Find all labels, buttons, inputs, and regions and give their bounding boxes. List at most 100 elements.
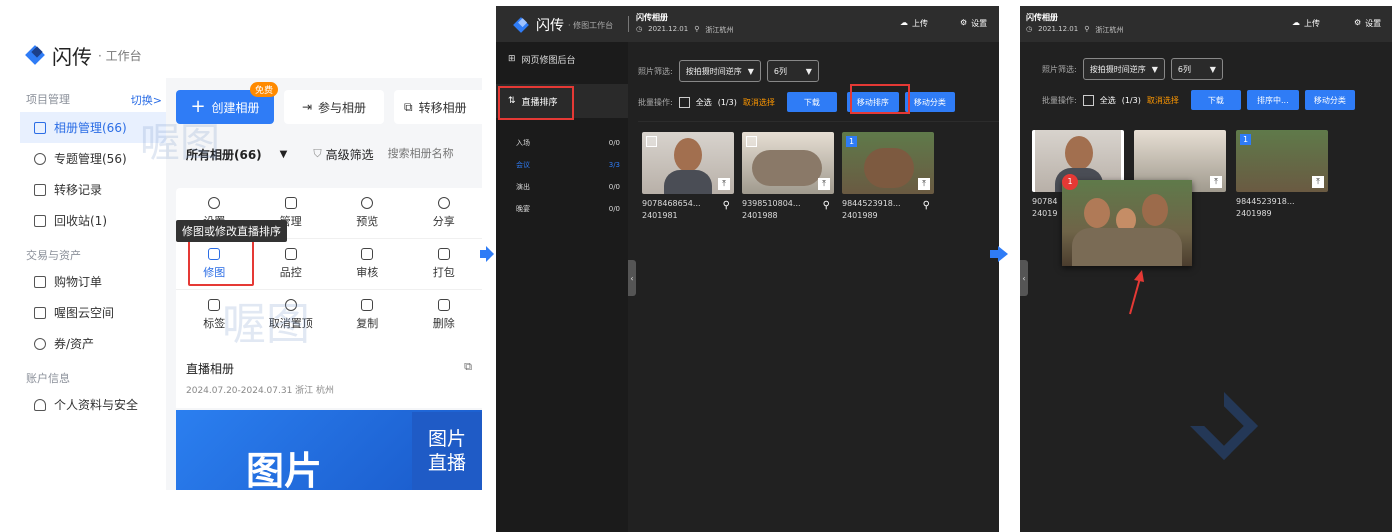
cancel-select-link[interactable]: 取消选择: [1147, 95, 1179, 106]
sidebar-item-cloud-space[interactable]: 喔图云空间: [20, 297, 166, 328]
pin-top-icon[interactable]: ⤒: [1312, 176, 1324, 188]
sidebar-item-coupons[interactable]: 券/资产: [20, 328, 166, 359]
album-title: 直播相册: [186, 362, 235, 376]
action-pack[interactable]: 打包: [406, 239, 483, 289]
upload-button[interactable]: ☁ 上传: [900, 18, 928, 29]
review-icon: [361, 248, 374, 260]
columns-select[interactable]: 6列 ▼: [1170, 58, 1223, 80]
action-quality-control[interactable]: 品控: [253, 239, 330, 289]
pin-top-icon[interactable]: ⤒: [718, 178, 730, 190]
photo-card[interactable]: ⤒: [642, 132, 734, 194]
photo-card[interactable]: ⤒: [742, 132, 834, 194]
pin-top-icon[interactable]: ⤒: [818, 178, 830, 190]
action-preview[interactable]: 预览: [329, 188, 406, 238]
selected-count: (1/3): [1121, 95, 1141, 105]
photo-code: 2401989: [1236, 209, 1272, 218]
photo-checkbox[interactable]: [746, 136, 757, 147]
sidebar-item-transfer-records[interactable]: 转移记录: [20, 174, 166, 205]
transfer-icon: [34, 183, 46, 196]
switch-link[interactable]: 切换>: [131, 90, 162, 112]
watermark-logo-icon: [1190, 392, 1258, 460]
photo-name: 9844523918...: [1236, 197, 1295, 206]
copy-icon[interactable]: ⧉: [464, 360, 472, 374]
chevron-down-icon[interactable]: ▼: [280, 149, 288, 160]
banner-side-line1: 图片: [427, 428, 466, 450]
columns-select-value: 6列: [773, 66, 787, 76]
action-review[interactable]: 审核: [329, 239, 406, 289]
upload-label: 上传: [1304, 19, 1320, 28]
dragged-photo[interactable]: 1: [1062, 174, 1192, 266]
toolbar: 照片筛选: 按拍摄时间逆序 ▼ 6列 ▼ 批量操作: 全选 (1/3) 取消选择 下…: [638, 52, 999, 122]
sidebar-item-profile[interactable]: 个人资料与安全: [20, 389, 166, 420]
action-delete[interactable]: 删除: [406, 290, 483, 340]
sorting-button[interactable]: 排序中...: [1246, 90, 1299, 110]
tag-icon: [208, 299, 221, 311]
category-item-active[interactable]: 会议 3/3: [496, 154, 628, 176]
action-label: 审核: [356, 266, 379, 279]
download-button[interactable]: 下载: [1190, 90, 1241, 110]
eye-icon: [361, 197, 374, 209]
order-icon: [34, 275, 46, 288]
move-category-button[interactable]: 移动分类: [1304, 90, 1355, 110]
columns-select[interactable]: 6列 ▼: [766, 60, 819, 82]
cloud-space-icon: [34, 306, 46, 319]
drag-count-badge: 1: [1062, 174, 1078, 190]
photo-caption: 9398510804... 2401988 ⚲: [742, 198, 834, 222]
filter-icon: ⛉: [313, 147, 322, 160]
photo-card[interactable]: 1 ⤒: [842, 132, 934, 194]
photo-caption: 9844523918... 2401989 ⚲: [842, 198, 934, 222]
photo-checkbox[interactable]: [646, 136, 657, 147]
pin-top-icon[interactable]: ⤒: [918, 178, 930, 190]
zoom-icon[interactable]: ⚲: [723, 200, 730, 211]
selected-badge[interactable]: 1: [846, 136, 857, 147]
search-album-input[interactable]: [387, 142, 468, 166]
menu-backend[interactable]: ⊞ 网页修图后台: [496, 42, 628, 76]
left-menu: ⊞ 网页修图后台 ⇅ 直播排序 入场 0/0 会议 3/3 演出 0/0 晚宴 0/0: [496, 42, 628, 532]
pin-top-icon[interactable]: ⤒: [1210, 176, 1222, 188]
collapse-handle[interactable]: ‹: [1020, 260, 1028, 296]
join-album-button[interactable]: ⇥ 参与相册: [284, 90, 384, 124]
location-icon: ⚲: [694, 25, 700, 33]
advanced-filter-link[interactable]: 高级筛选: [326, 146, 374, 163]
collapse-handle[interactable]: ‹: [628, 260, 636, 296]
join-album-label: 参与相册: [318, 100, 367, 115]
album-meta: 2024.07.20-2024.07.31 浙江 杭州: [186, 386, 335, 396]
category-item[interactable]: 入场 0/0: [496, 132, 628, 154]
trash-icon: [437, 299, 450, 311]
filter-label: 照片筛选:: [1042, 64, 1077, 74]
settings-button[interactable]: ⚙ 设置: [960, 18, 987, 29]
sidebar-item-recycle-bin[interactable]: 回收站(1): [20, 205, 166, 236]
select-all-checkbox[interactable]: [1082, 94, 1094, 106]
move-category-button[interactable]: 移动分类: [904, 92, 955, 112]
select-all-checkbox[interactable]: [678, 96, 690, 108]
category-count: 0/0: [608, 205, 620, 213]
action-copy[interactable]: 复制: [329, 290, 406, 340]
settings-button[interactable]: ⚙ 设置: [1354, 18, 1381, 29]
section-project: 项目管理: [26, 93, 70, 106]
category-item[interactable]: 晚宴 0/0: [496, 198, 628, 220]
retouch-highlight-box: [188, 238, 254, 286]
category-name: 晚宴: [516, 205, 530, 213]
upload-button[interactable]: ☁ 上传: [1292, 18, 1320, 29]
zoom-icon[interactable]: ⚲: [923, 200, 930, 211]
download-button[interactable]: 下载: [786, 92, 837, 112]
photo-card[interactable]: 1 ⤒: [1236, 130, 1328, 192]
layers-icon: [34, 152, 46, 165]
transfer-album-button[interactable]: ⧉ 转移相册: [394, 90, 482, 124]
zoom-icon[interactable]: ⚲: [823, 200, 830, 211]
category-item[interactable]: 演出 0/0: [496, 176, 628, 198]
user-icon: [34, 398, 46, 411]
sort-select[interactable]: 按拍摄时间逆序 ▼: [1082, 58, 1165, 80]
action-share[interactable]: 分享: [406, 188, 483, 238]
move-sort-highlight-box: [850, 84, 910, 114]
clock-icon: ◷: [636, 25, 643, 33]
sidebar-item-orders[interactable]: 购物订单: [20, 266, 166, 297]
selected-badge[interactable]: 1: [1240, 134, 1251, 145]
filter-label: 照片筛选:: [638, 66, 673, 76]
cancel-select-link[interactable]: 取消选择: [743, 97, 775, 108]
sort-select[interactable]: 按拍摄时间逆序 ▼: [678, 60, 761, 82]
action-label: 复制: [356, 317, 379, 330]
workbench-panel: 闪传 · 工作台 项目管理 切换> 相册管理(66) 专题管理(56) 转移记录…: [0, 0, 482, 490]
photo-grid: ⤒ 1 ⤒ 90784 24019 9844523918... 2401989 1: [1032, 130, 1382, 300]
select-all-label: 全选: [1099, 95, 1116, 105]
